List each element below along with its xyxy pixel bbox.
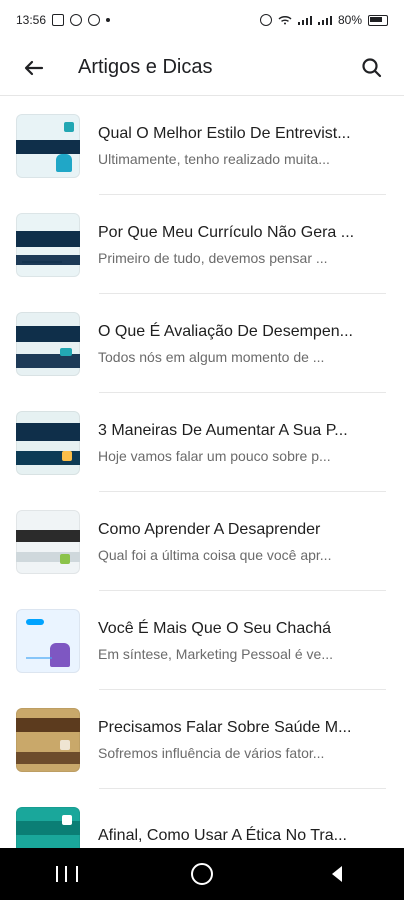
article-text: Afinal, Como Usar A Ética No Tra... xyxy=(98,826,404,849)
alarm-icon xyxy=(259,14,272,26)
home-button[interactable] xyxy=(178,854,226,894)
gallery-icon xyxy=(52,14,65,26)
signal-icon xyxy=(297,15,312,25)
list-item[interactable]: Precisamos Falar Sobre Saúde M... Sofrem… xyxy=(0,690,404,789)
article-thumbnail xyxy=(16,410,80,475)
system-back-button[interactable] xyxy=(313,854,361,894)
article-excerpt: Ultimamente, tenho realizado muita... xyxy=(98,150,330,167)
list-item[interactable]: Você É Mais Que O Seu Chachá Em síntese,… xyxy=(0,591,404,690)
article-title: O Que É Avaliação De Desempen... xyxy=(98,322,353,340)
list-item[interactable]: O Que É Avaliação De Desempen... Todos n… xyxy=(0,294,404,393)
article-excerpt: Qual foi a última coisa que você apr... xyxy=(98,546,332,563)
status-right: 80% xyxy=(259,13,388,27)
article-text: O Que É Avaliação De Desempen... Todos n… xyxy=(98,322,404,366)
list-item[interactable]: Como Aprender A Desaprender Qual foi a ú… xyxy=(0,492,404,591)
back-button[interactable] xyxy=(10,44,58,92)
messenger-icon xyxy=(70,14,83,26)
article-thumbnail xyxy=(16,311,80,376)
signal-icon xyxy=(317,15,332,25)
article-excerpt: Hoje vamos falar um pouco sobre p... xyxy=(98,447,331,464)
page-title: Artigos e Dicas xyxy=(78,56,213,78)
system-navigation-bar xyxy=(0,848,404,900)
article-excerpt: Sofremos influência de vários fator... xyxy=(98,744,325,761)
article-thumbnail xyxy=(16,509,80,574)
dot-icon xyxy=(106,18,111,22)
status-left: 13:56 xyxy=(16,13,111,27)
article-thumbnail xyxy=(16,707,80,772)
article-title: Por Que Meu Currículo Não Gera ... xyxy=(98,223,355,241)
article-text: Qual O Melhor Estilo De Entrevist... Ult… xyxy=(98,124,404,168)
list-item[interactable]: Afinal, Como Usar A Ética No Tra... xyxy=(0,789,404,848)
article-text: Como Aprender A Desaprender Qual foi a ú… xyxy=(98,520,404,564)
status-time: 13:56 xyxy=(16,13,47,27)
recents-icon xyxy=(56,866,79,882)
article-title: Precisamos Falar Sobre Saúde M... xyxy=(98,718,352,736)
app-bar: Artigos e Dicas xyxy=(0,40,404,96)
article-thumbnail xyxy=(16,113,80,178)
status-bar: 13:56 80% xyxy=(0,0,404,40)
recents-button[interactable] xyxy=(43,854,91,894)
article-excerpt: Em síntese, Marketing Pessoal é ve... xyxy=(98,645,333,662)
article-text: 3 Maneiras De Aumentar A Sua P... Hoje v… xyxy=(98,421,404,465)
battery-icon xyxy=(368,14,388,26)
article-title: Qual O Melhor Estilo De Entrevist... xyxy=(98,124,351,142)
article-excerpt: Todos nós em algum momento de ... xyxy=(98,348,325,365)
battery-percent: 80% xyxy=(337,13,362,27)
list-item[interactable]: Por Que Meu Currículo Não Gera ... Prime… xyxy=(0,195,404,294)
article-thumbnail xyxy=(16,806,80,848)
home-icon xyxy=(190,863,213,885)
back-icon xyxy=(331,866,342,882)
article-title: 3 Maneiras De Aumentar A Sua P... xyxy=(98,421,348,439)
list-item[interactable]: Qual O Melhor Estilo De Entrevist... Ult… xyxy=(0,96,404,195)
arrow-left-icon xyxy=(24,60,44,75)
article-text: Precisamos Falar Sobre Saúde M... Sofrem… xyxy=(98,718,404,762)
article-thumbnail xyxy=(16,212,80,277)
wifi-icon xyxy=(278,16,292,25)
article-title: Afinal, Como Usar A Ética No Tra... xyxy=(98,826,347,844)
search-button[interactable] xyxy=(348,44,396,92)
article-text: Por Que Meu Currículo Não Gera ... Prime… xyxy=(98,223,404,267)
search-icon xyxy=(362,57,382,77)
article-text: Você É Mais Que O Seu Chachá Em síntese,… xyxy=(98,619,404,663)
list-item[interactable]: 3 Maneiras De Aumentar A Sua P... Hoje v… xyxy=(0,393,404,492)
article-thumbnail xyxy=(16,608,80,673)
article-title: Como Aprender A Desaprender xyxy=(98,520,321,538)
settings-icon xyxy=(88,14,101,26)
article-excerpt: Primeiro de tudo, devemos pensar ... xyxy=(98,249,328,266)
article-title: Você É Mais Que O Seu Chachá xyxy=(98,619,332,637)
articles-list: Qual O Melhor Estilo De Entrevist... Ult… xyxy=(0,96,404,848)
